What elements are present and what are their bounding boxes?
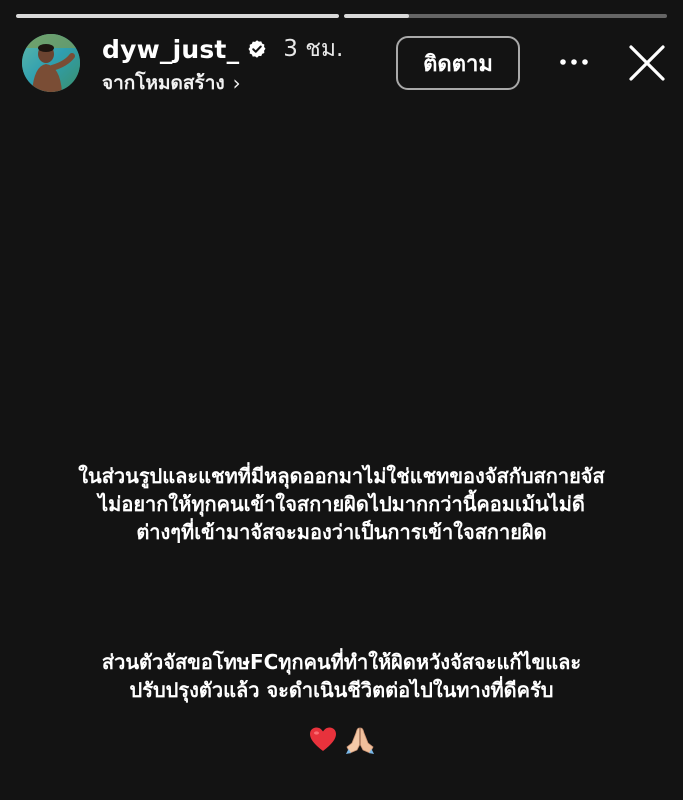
- story-progress-bar: [16, 14, 667, 18]
- progress-fill-1: [16, 14, 339, 18]
- message-line: ไม่อยากให้ทุกคนเข้าใจสกายผิดไปมากกว่านี้…: [98, 492, 585, 516]
- message-line: ต่างๆที่เข้ามาจัสจะมองว่าเป็นการเข้าใจสก…: [136, 520, 547, 544]
- avatar[interactable]: [22, 34, 80, 92]
- progress-segment-2: [344, 14, 667, 18]
- message-line: ในส่วนรูปและแชทที่มีหลุดออกมาไม่ใช่แชทขอ…: [78, 464, 605, 488]
- praying-hands-icon: [345, 727, 374, 754]
- verified-badge-icon: [247, 39, 267, 59]
- username[interactable]: dyw_just_: [102, 35, 239, 64]
- follow-button[interactable]: ติดตาม: [396, 36, 520, 90]
- chevron-right-icon: ›: [232, 71, 241, 95]
- progress-segment-1: [16, 14, 339, 18]
- message-line: ส่วนตัวจัสขอโทษFCทุกคนที่ทำให้ผิดหวังจัส…: [101, 650, 582, 674]
- created-with-link[interactable]: จากโหมดสร้าง ›: [102, 68, 343, 98]
- progress-fill-2: [344, 14, 409, 18]
- subtitle-label: จากโหมดสร้าง: [102, 72, 225, 94]
- message-paragraph-1: ในส่วนรูปและแชทที่มีหลุดออกมาไม่ใช่แชทขอ…: [0, 462, 683, 546]
- close-icon[interactable]: [628, 44, 666, 82]
- more-options-icon[interactable]: [558, 52, 590, 72]
- message-paragraph-2: ส่วนตัวจัสขอโทษFCทุกคนที่ทำให้ผิดหวังจัส…: [0, 648, 683, 704]
- heart-icon: [309, 727, 336, 751]
- message-line: ปรับปรุงตัวแล้ว จะดำเนินชีวิตต่อไปในทางท…: [129, 678, 554, 702]
- emoji-row: [0, 725, 683, 755]
- avatar-image: [22, 34, 80, 92]
- user-info: dyw_just_ 3 ชม. จากโหมดสร้าง ›: [102, 32, 343, 98]
- story-header: dyw_just_ 3 ชม. จากโหมดสร้าง › ติดตาม: [22, 32, 669, 95]
- timestamp: 3 ชม.: [283, 36, 344, 62]
